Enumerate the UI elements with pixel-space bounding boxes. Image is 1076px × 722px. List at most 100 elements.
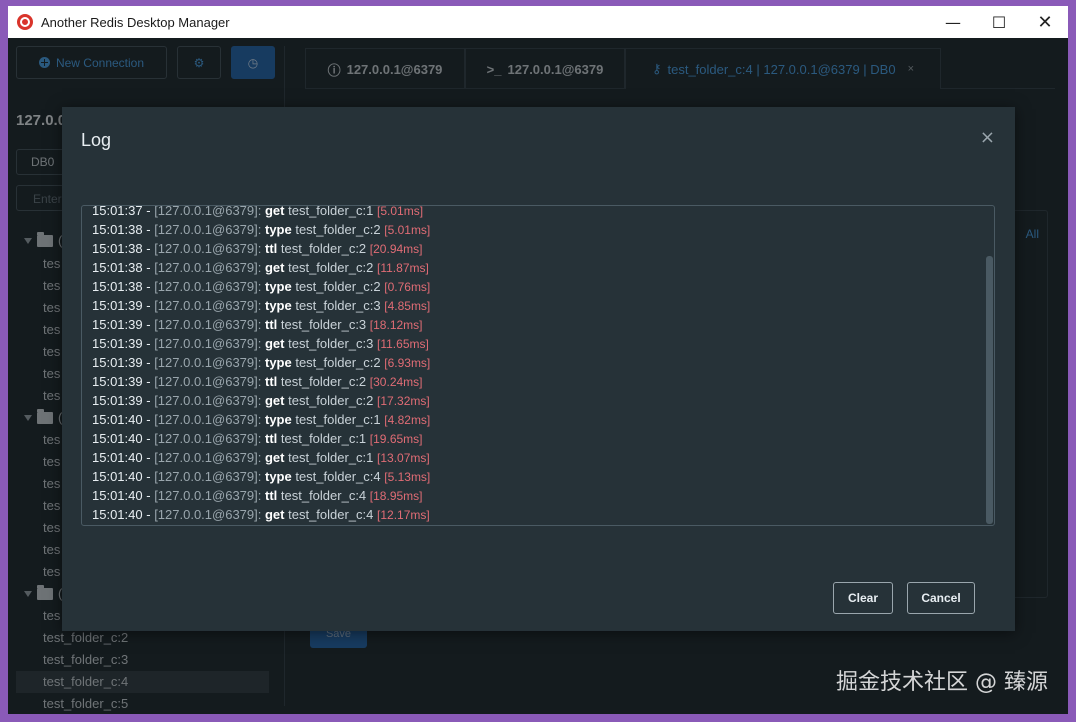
log-line: 15:01:39 - [127.0.0.1@6379]: get test_fo… [92, 334, 982, 353]
log-command: ttl [264, 374, 278, 389]
log-key: test_folder_c:1 [295, 412, 381, 427]
log-key: test_folder_c:2 [280, 374, 367, 389]
log-duration: [20.94ms] [369, 242, 423, 256]
log-separator: - [146, 336, 155, 351]
log-line: 15:01:40 - [127.0.0.1@6379]: type test_f… [92, 410, 982, 429]
log-separator: - [146, 222, 155, 237]
log-time: 15:01:39 [92, 393, 143, 408]
log-separator: - [146, 260, 155, 275]
log-time: 15:01:39 [92, 317, 143, 332]
log-server: [127.0.0.1@6379]: [154, 241, 262, 256]
log-command: get [264, 205, 285, 218]
cancel-button[interactable]: Cancel [907, 582, 975, 614]
log-command: type [264, 469, 292, 484]
log-command: ttl [264, 241, 278, 256]
log-time: 15:01:40 [92, 488, 143, 503]
log-separator: - [146, 507, 155, 522]
log-key: test_folder_c:2 [280, 241, 367, 256]
log-separator: - [146, 279, 155, 294]
scrollbar[interactable] [984, 206, 994, 525]
log-server: [127.0.0.1@6379]: [154, 393, 262, 408]
log-duration: [5.13ms] [384, 470, 431, 484]
log-time: 15:01:39 [92, 336, 143, 351]
log-time: 15:01:37 [92, 205, 143, 218]
log-line: 15:01:38 - [127.0.0.1@6379]: type test_f… [92, 220, 982, 239]
log-line: 15:01:38 - [127.0.0.1@6379]: get test_fo… [92, 258, 982, 277]
log-separator: - [146, 450, 155, 465]
log-line: 15:01:40 - [127.0.0.1@6379]: ttl test_fo… [92, 486, 982, 505]
close-window-button[interactable]: ✕ [1022, 6, 1068, 38]
log-command: get [264, 507, 285, 522]
log-separator: - [146, 374, 155, 389]
log-server: [127.0.0.1@6379]: [154, 431, 262, 446]
log-key: test_folder_c:2 [288, 393, 374, 408]
log-server: [127.0.0.1@6379]: [154, 336, 262, 351]
log-duration: [11.65ms] [377, 337, 429, 351]
log-server: [127.0.0.1@6379]: [154, 412, 262, 427]
app-window: Another Redis Desktop Manager — ☐ ✕ New … [8, 6, 1068, 714]
log-command: type [264, 222, 292, 237]
log-duration: [17.32ms] [377, 394, 430, 408]
log-duration: [12.17ms] [377, 508, 430, 522]
log-separator: - [146, 205, 155, 218]
watermark-text: 掘金技术社区 @ 臻源 [836, 670, 1048, 695]
log-duration: [18.95ms] [369, 489, 423, 503]
log-separator: - [146, 488, 155, 503]
log-server: [127.0.0.1@6379]: [154, 507, 262, 522]
log-server: [127.0.0.1@6379]: [154, 355, 262, 370]
clear-button[interactable]: Clear [833, 582, 893, 614]
window-controls: — ☐ ✕ [930, 6, 1068, 38]
log-duration: [4.85ms] [384, 299, 431, 313]
log-key: test_folder_c:2 [295, 279, 381, 294]
log-separator: - [146, 412, 155, 427]
log-key: test_folder_c:4 [295, 469, 381, 484]
log-time: 15:01:40 [92, 507, 143, 522]
log-separator: - [146, 241, 155, 256]
log-time: 15:01:38 [92, 222, 143, 237]
log-key: test_folder_c:1 [280, 431, 367, 446]
log-command: get [264, 336, 285, 351]
log-separator: - [146, 355, 155, 370]
log-command: type [264, 412, 292, 427]
log-command: get [264, 450, 285, 465]
log-server: [127.0.0.1@6379]: [154, 469, 262, 484]
log-server: [127.0.0.1@6379]: [154, 205, 262, 218]
log-list: 15:01:37 - [127.0.0.1@6379]: get test_fo… [92, 205, 982, 524]
log-server: [127.0.0.1@6379]: [154, 317, 262, 332]
close-icon[interactable]: × [980, 127, 995, 148]
log-server: [127.0.0.1@6379]: [154, 279, 262, 294]
log-key: test_folder_c:3 [280, 317, 367, 332]
app-logo-icon [17, 14, 33, 30]
log-duration: [13.07ms] [377, 451, 430, 465]
log-line: 15:01:40 - [127.0.0.1@6379]: type test_f… [92, 467, 982, 486]
maximize-button[interactable]: ☐ [976, 6, 1022, 38]
log-key: test_folder_c:2 [288, 260, 374, 275]
log-separator: - [146, 431, 155, 446]
log-time: 15:01:40 [92, 469, 143, 484]
log-time: 15:01:39 [92, 355, 143, 370]
log-line: 15:01:39 - [127.0.0.1@6379]: ttl test_fo… [92, 372, 982, 391]
log-key: test_folder_c:1 [288, 205, 374, 218]
log-line: 15:01:38 - [127.0.0.1@6379]: type test_f… [92, 277, 982, 296]
log-command: ttl [264, 431, 278, 446]
log-line: 15:01:39 - [127.0.0.1@6379]: type test_f… [92, 353, 982, 372]
scrollbar-thumb[interactable] [986, 256, 993, 524]
log-command: type [264, 279, 292, 294]
log-server: [127.0.0.1@6379]: [154, 450, 262, 465]
log-time: 15:01:40 [92, 450, 143, 465]
log-time: 15:01:38 [92, 260, 143, 275]
log-key: test_folder_c:2 [295, 222, 381, 237]
log-separator: - [146, 469, 155, 484]
log-server: [127.0.0.1@6379]: [154, 222, 262, 237]
log-key: test_folder_c:3 [288, 336, 374, 351]
log-command: ttl [264, 317, 278, 332]
log-duration: [11.87ms] [377, 261, 429, 275]
log-separator: - [146, 317, 155, 332]
log-line: 15:01:37 - [127.0.0.1@6379]: get test_fo… [92, 205, 982, 220]
window-title: Another Redis Desktop Manager [41, 14, 230, 30]
log-duration: [30.24ms] [369, 375, 423, 389]
log-duration: [4.82ms] [384, 413, 431, 427]
log-list-box: 15:01:37 - [127.0.0.1@6379]: get test_fo… [81, 205, 995, 526]
minimize-button[interactable]: — [930, 6, 976, 38]
log-line: 15:01:40 - [127.0.0.1@6379]: get test_fo… [92, 505, 982, 524]
